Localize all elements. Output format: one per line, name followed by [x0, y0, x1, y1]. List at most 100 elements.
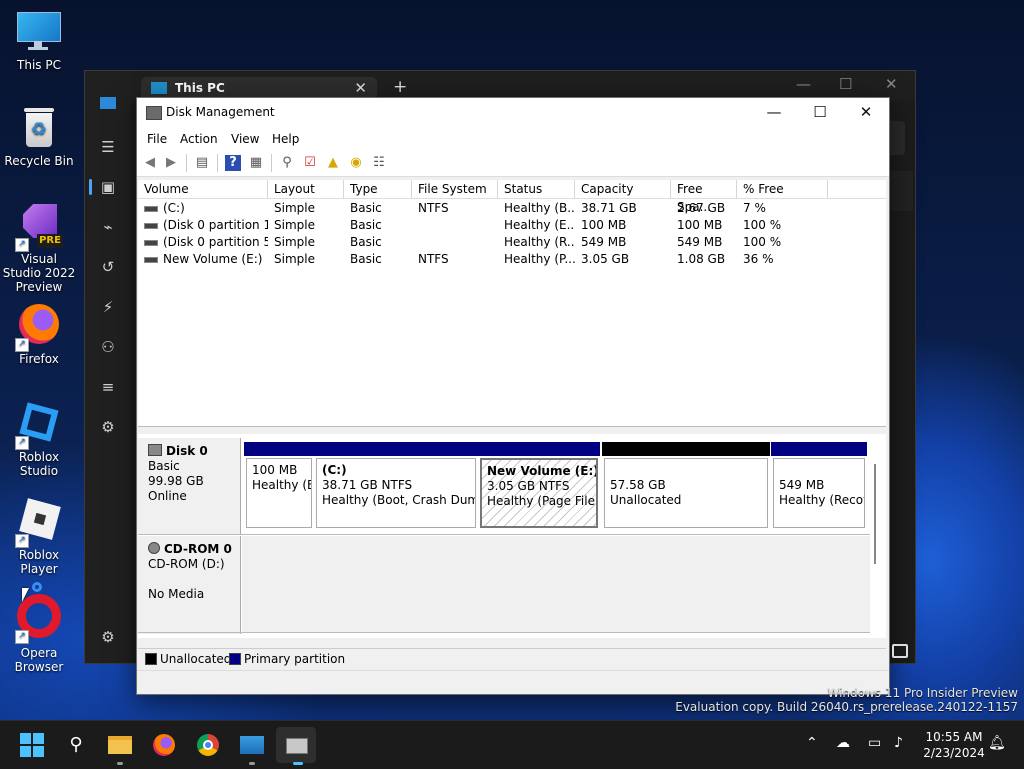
- toolbar-separator: [271, 154, 272, 172]
- help-icon[interactable]: ?: [225, 155, 241, 171]
- volume-row[interactable]: (C:) Simple Basic NTFS Healthy (B... 38.…: [138, 200, 886, 217]
- disk-0-label[interactable]: Disk 0 Basic 99.98 GB Online: [138, 438, 241, 534]
- menu-view[interactable]: View: [231, 132, 259, 146]
- cdrom-empty-area: [242, 536, 870, 632]
- folder-up-icon[interactable]: ▲: [325, 155, 341, 171]
- start-button[interactable]: [18, 731, 46, 759]
- volume-list[interactable]: Volume Layout Type File System Status Ca…: [138, 180, 886, 427]
- desktop-icon-this-pc[interactable]: This PC: [1, 10, 77, 72]
- partition-recovery[interactable]: 549 MB Healthy (Recov: [771, 442, 867, 530]
- primary-partition-bar: [771, 442, 867, 456]
- disk-view-scrollbar[interactable]: [871, 444, 879, 574]
- volume-row[interactable]: (Disk 0 partition 1) Simple Basic Health…: [138, 217, 886, 234]
- menu-icon[interactable]: ☰: [98, 137, 118, 157]
- forward-arrow-icon[interactable]: ▶: [163, 155, 179, 171]
- details-list-icon[interactable]: ≡: [98, 377, 118, 397]
- task-manager-taskbar-icon[interactable]: [238, 731, 266, 759]
- network-icon[interactable]: ▭: [868, 735, 881, 751]
- desktop-icon-roblox-player[interactable]: ↗ Roblox Player: [1, 498, 77, 576]
- properties-list-icon[interactable]: ▦: [248, 155, 264, 171]
- minimize-icon[interactable]: —: [796, 75, 811, 93]
- col-header-capacity[interactable]: Capacity: [575, 180, 671, 198]
- col-header-percent-free[interactable]: % Free: [737, 180, 828, 198]
- new-tab-button[interactable]: +: [393, 77, 407, 97]
- partition-unallocated[interactable]: 57.58 GB Unallocated: [602, 442, 770, 530]
- firefox-taskbar-icon[interactable]: [150, 731, 178, 759]
- desktop-icon-firefox[interactable]: ↗ Firefox: [1, 304, 77, 366]
- watermark-line-1: Windows 11 Pro Insider Preview: [827, 686, 1018, 700]
- col-header-free-space[interactable]: Free Spa...: [671, 180, 737, 214]
- onedrive-icon[interactable]: ☁: [836, 735, 850, 751]
- window-snap-icon[interactable]: [892, 644, 908, 658]
- close-button[interactable]: ✕: [843, 98, 889, 128]
- close-icon[interactable]: ✕: [885, 75, 898, 93]
- disk-name: Disk 0: [166, 444, 208, 458]
- maximize-button[interactable]: ☐: [797, 98, 843, 128]
- checklist-icon[interactable]: ☑: [302, 155, 318, 171]
- search-folder-icon[interactable]: ◉: [348, 155, 364, 171]
- volume-free-space: 1.08 GB: [677, 252, 726, 266]
- system-clock[interactable]: 10:55 AM 2/23/2024: [918, 729, 990, 761]
- col-header-file-system[interactable]: File System: [412, 180, 498, 198]
- menu-bar: File Action View Help: [137, 128, 889, 150]
- disk-graphical-view[interactable]: Disk 0 Basic 99.98 GB Online 100 MB Heal…: [138, 434, 886, 638]
- partition-size: 549 MB: [779, 478, 825, 492]
- desktop-icon-roblox-studio[interactable]: ↗ Roblox Studio: [1, 402, 77, 478]
- partition-size: 57.58 GB: [610, 478, 666, 492]
- disk-management-window[interactable]: Disk Management — ☐ ✕ File Action View H…: [136, 97, 890, 695]
- disk-management-taskbar-icon[interactable]: [276, 727, 316, 763]
- desktop-icon-opera[interactable]: ↗ Opera Browser: [1, 582, 77, 674]
- chevron-up-icon[interactable]: ⌃: [806, 735, 818, 751]
- desktop-icon-label: Recycle Bin: [4, 154, 74, 168]
- disk-type: Basic: [148, 459, 180, 473]
- unallocated-bar: [602, 442, 770, 456]
- close-icon[interactable]: ✕: [354, 79, 367, 97]
- connect-icon[interactable]: ⚲: [279, 155, 295, 171]
- cd-drive-icon: [148, 542, 160, 554]
- show-hide-console-tree-icon[interactable]: ▤: [194, 155, 210, 171]
- volume-muted-icon[interactable]: ♪: [894, 735, 903, 751]
- cdrom-0-label[interactable]: CD-ROM 0 CD-ROM (D:) No Media: [138, 536, 241, 634]
- maximize-icon[interactable]: ☐: [839, 75, 852, 93]
- volume-name: New Volume (E:): [163, 252, 263, 266]
- settings-gear-icon[interactable]: ⚙: [98, 627, 118, 647]
- back-arrow-icon[interactable]: ◀: [142, 155, 158, 171]
- volume-row[interactable]: New Volume (E:) Simple Basic NTFS Health…: [138, 251, 886, 268]
- col-header-type[interactable]: Type: [344, 180, 412, 198]
- col-header-status[interactable]: Status: [498, 180, 575, 198]
- chrome-taskbar-icon[interactable]: [194, 731, 222, 759]
- search-icon[interactable]: ⚲: [62, 731, 90, 759]
- scrollbar-thumb[interactable]: [874, 464, 876, 564]
- partition-status: Unallocated: [610, 493, 682, 507]
- notification-bell-icon[interactable]: 🔔︎: [988, 735, 1006, 751]
- minimize-button[interactable]: —: [751, 98, 797, 128]
- services-icon[interactable]: ⚙: [98, 417, 118, 437]
- toolbar: ◀ ▶ ▤ ? ▦ ⚲ ☑ ▲ ◉ ☷: [137, 150, 889, 177]
- users-icon[interactable]: ⚇: [98, 337, 118, 357]
- partition-c[interactable]: (C:) 38.71 GB NTFS Healthy (Boot, Crash …: [314, 442, 478, 530]
- partition-efi[interactable]: 100 MB Healthy (E: [244, 442, 314, 530]
- col-header-layout[interactable]: Layout: [268, 180, 344, 198]
- volume-name: (Disk 0 partition 1): [163, 218, 268, 232]
- history-icon[interactable]: ↺: [98, 257, 118, 277]
- volume-row[interactable]: (Disk 0 partition 5) Simple Basic Health…: [138, 234, 886, 251]
- cdrom-name: CD-ROM 0: [164, 542, 232, 556]
- desktop-icon-recycle-bin[interactable]: ♻ Recycle Bin: [1, 106, 77, 168]
- performance-icon[interactable]: ⌁: [98, 217, 118, 237]
- file-explorer-taskbar-icon[interactable]: [106, 731, 134, 759]
- menu-help[interactable]: Help: [272, 132, 299, 146]
- volume-list-header: Volume Layout Type File System Status Ca…: [138, 180, 886, 214]
- partition-e-selected[interactable]: New Volume (E:) 3.05 GB NTFS Healthy (Pa…: [478, 442, 600, 530]
- volume-name: (C:): [163, 201, 185, 215]
- startup-icon[interactable]: ⚡: [98, 297, 118, 317]
- volume-drive-icon: [144, 205, 158, 212]
- menu-action[interactable]: Action: [180, 132, 218, 146]
- primary-partition-bar: [244, 442, 314, 456]
- gallery-icon[interactable]: [98, 93, 118, 113]
- home-grid-icon[interactable]: ▣: [98, 177, 118, 197]
- volume-file-system: [412, 217, 498, 234]
- options-icon[interactable]: ☷: [371, 155, 387, 171]
- desktop-icon-visual-studio[interactable]: PRE ↗ Visual Studio 2022 Preview: [1, 204, 77, 294]
- col-header-volume[interactable]: Volume: [138, 180, 268, 198]
- menu-file[interactable]: File: [147, 132, 167, 146]
